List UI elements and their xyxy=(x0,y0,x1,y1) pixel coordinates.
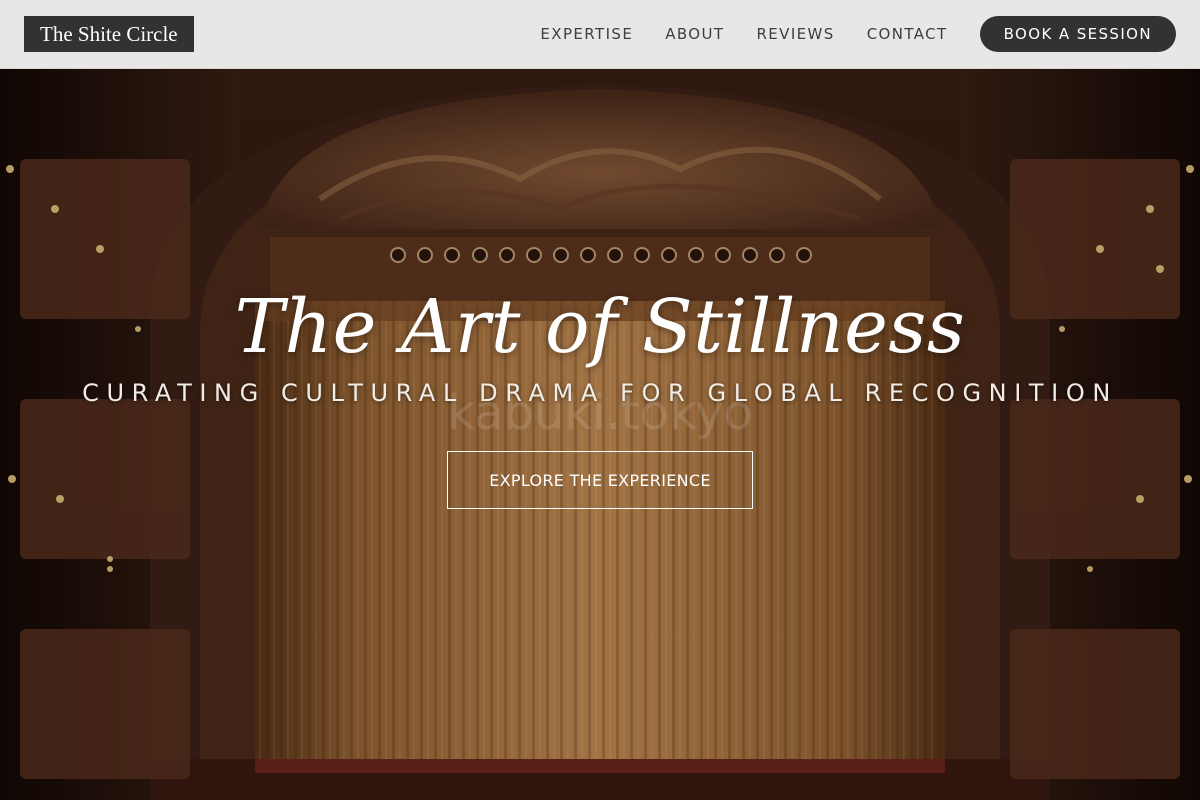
hero-subtitle: CURATING CULTURAL DRAMA FOR GLOBAL RECOG… xyxy=(82,379,1118,407)
site-logo[interactable]: The Shite Circle xyxy=(24,16,194,52)
nav-link-reviews[interactable]: REVIEWS xyxy=(756,25,834,43)
hero-section: The Art of Stillness CURATING CULTURAL D… xyxy=(0,69,1200,800)
hero-title: The Art of Stillness xyxy=(234,284,966,370)
nav-link-contact[interactable]: CONTACT xyxy=(867,25,948,43)
explore-experience-button[interactable]: EXPLORE THE EXPERIENCE xyxy=(447,451,753,509)
nav-link-expertise[interactable]: EXPERTISE xyxy=(540,25,633,43)
hero-dark-overlay xyxy=(0,69,1200,800)
site-header: The Shite Circle EXPERTISE ABOUT REVIEWS… xyxy=(0,0,1200,69)
nav-link-about[interactable]: ABOUT xyxy=(665,25,724,43)
main-nav: EXPERTISE ABOUT REVIEWS CONTACT BOOK A S… xyxy=(540,16,1176,52)
book-session-button[interactable]: BOOK A SESSION xyxy=(979,16,1176,52)
